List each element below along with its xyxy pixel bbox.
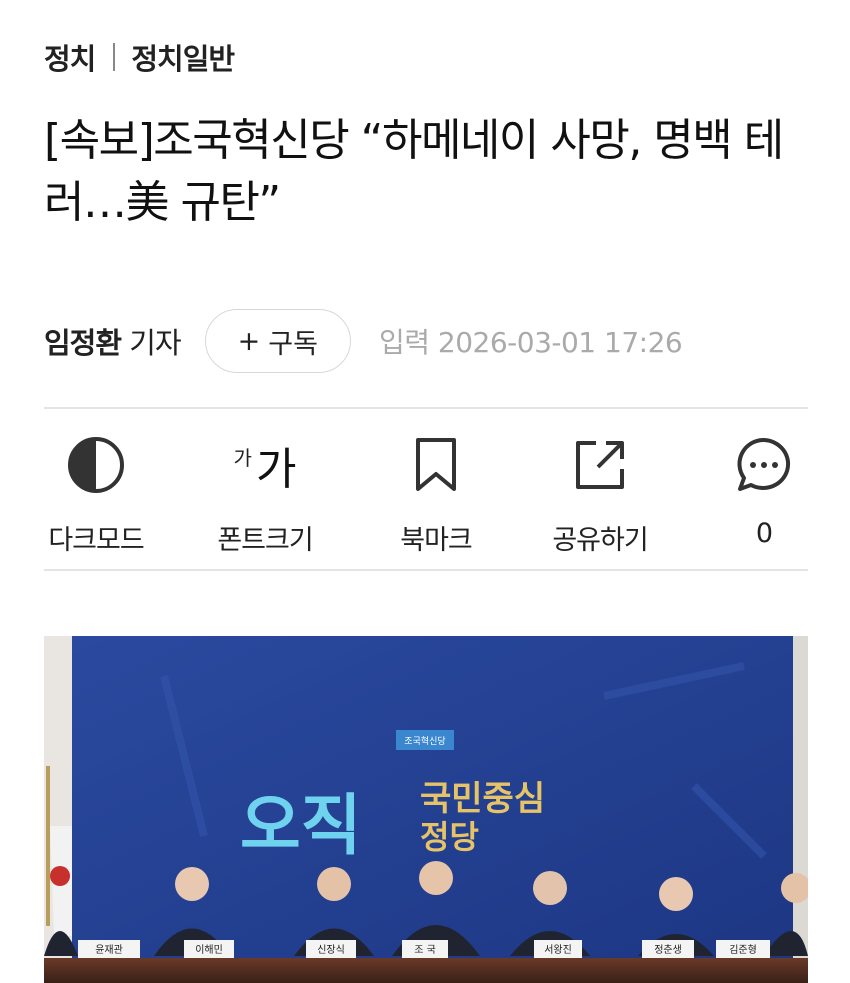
font-size-icon-small: 가 [233,445,252,470]
nameplate-7: 김준형 [729,944,757,956]
article-headline: [속보]조국혁신당 “하메네이 사망, 명백 테러…美 규탄” [44,115,784,228]
slogan-main: 오직 [240,787,361,864]
share-label: 공유하기 [552,525,648,556]
font-size-button[interactable]: 가 가 폰트크기 [195,430,335,560]
nameplate-3: 신장식 [317,944,345,956]
nameplate-6: 정춘생 [654,944,682,956]
comment-button[interactable]: 0 [694,430,834,560]
share-button[interactable]: 공유하기 [530,430,670,560]
comment-count: 0 [755,518,773,549]
font-size-icon-large: 가 [255,444,297,495]
date-value: 2026-03-01 17:26 [437,326,683,359]
photo-scene: 조국혁신당 오직 국민중심 정당 윤재관 이해민 신장식 조 국 서왕진 정춘생… [44,636,808,983]
breadcrumb-divider [113,43,116,71]
nameplate-5: 서왕진 [544,944,572,956]
publish-date: 입력 2026-03-01 17:26 [378,321,683,361]
reporter-suffix: 기자 [129,326,181,360]
plus-icon: + [237,325,261,357]
article-toolbar: 다크모드 가 가 폰트크기 북마크 공유하기 0 [44,430,808,560]
article-photo[interactable]: 조국혁신당 오직 국민중심 정당 윤재관 이해민 신장식 조 국 서왕진 정춘생… [44,636,808,983]
breadcrumb: 정치 정치일반 [44,36,235,78]
dark-mode-icon [66,430,126,500]
divider-bottom [44,569,808,571]
subscribe-button[interactable]: + 구독 [204,309,351,373]
slogan-bottom: 정당 [420,818,479,856]
slogan-top: 국민중심 [420,779,545,819]
bookmark-button[interactable]: 북마크 [366,430,506,560]
party-logo: 조국혁신당 [404,736,445,747]
nameplate-2: 이해민 [195,943,223,956]
breadcrumb-section[interactable]: 정치 [44,36,96,78]
bookmark-icon [412,430,460,500]
dark-mode-label: 다크모드 [48,525,144,556]
share-icon [572,430,628,500]
comment-icon [734,430,794,500]
byline: 임정환 기자 + 구독 입력 2026-03-01 17:26 [44,306,683,376]
bookmark-label: 북마크 [400,525,473,556]
dark-mode-button[interactable]: 다크모드 [26,430,166,560]
breadcrumb-subsection[interactable]: 정치일반 [131,36,235,78]
font-size-icon: 가 가 [234,430,297,500]
reporter[interactable]: 임정환 기자 [44,320,182,362]
font-size-label: 폰트크기 [217,525,313,556]
nameplate-1: 윤재관 [95,944,123,956]
subscribe-label: 구독 [268,328,318,360]
date-label: 입력 [378,326,430,359]
reporter-name: 임정환 [44,326,122,360]
divider-top [44,407,808,409]
nameplate-4: 조 국 [414,944,436,956]
